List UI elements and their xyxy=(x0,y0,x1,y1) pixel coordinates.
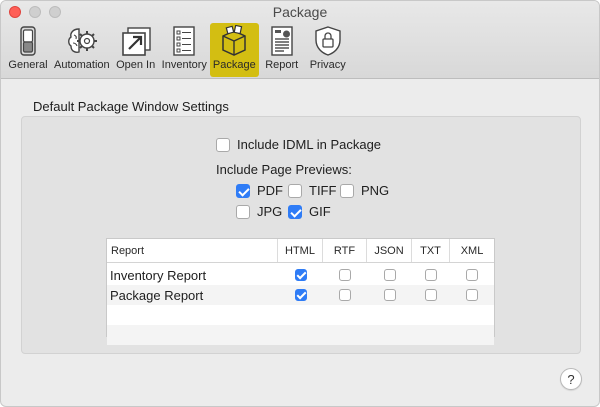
tab-open-in-label: Open In xyxy=(116,59,156,71)
preview-gif-option[interactable]: GIF xyxy=(288,204,331,219)
tab-privacy[interactable]: Privacy xyxy=(305,23,351,77)
open-in-arrow-icon xyxy=(116,24,156,58)
include-idml-label: Include IDML in Package xyxy=(237,137,382,152)
section-title: Default Package Window Settings xyxy=(33,99,229,114)
tab-general[interactable]: General xyxy=(5,23,51,77)
inventory-json-checkbox[interactable] xyxy=(383,269,396,281)
table-row[interactable]: Package Report xyxy=(107,285,494,305)
tab-package-label: Package xyxy=(212,59,256,71)
tab-open-in[interactable]: Open In xyxy=(113,23,159,77)
preview-pdf-label: PDF xyxy=(257,183,283,198)
brain-gear-icon xyxy=(62,24,102,58)
inventory-rtf-checkbox[interactable] xyxy=(339,269,351,281)
help-button[interactable]: ? xyxy=(560,368,582,390)
package-xml-checkbox[interactable] xyxy=(466,289,478,301)
checklist-icon xyxy=(164,24,204,58)
package-json-checkbox[interactable] xyxy=(383,289,396,301)
package-txt-checkbox[interactable] xyxy=(425,289,437,301)
preview-pdf-checkbox[interactable] xyxy=(236,183,250,198)
preview-tiff-label: TIFF xyxy=(309,183,337,198)
inventory-html-checkbox[interactable] xyxy=(294,269,307,281)
tab-report[interactable]: Report xyxy=(259,23,305,77)
include-idml-checkbox[interactable] xyxy=(216,137,230,152)
column-header-html[interactable]: HTML xyxy=(278,239,323,262)
preview-tiff-option[interactable]: TIFF xyxy=(288,183,336,198)
tab-report-label: Report xyxy=(265,59,299,71)
preview-jpg-checkbox[interactable] xyxy=(236,204,250,219)
column-header-json[interactable]: JSON xyxy=(367,239,412,262)
preview-jpg-label: JPG xyxy=(257,204,283,219)
tab-automation[interactable]: Automation xyxy=(51,23,113,77)
preferences-toolbar: General Automation Open In Inventory Pac… xyxy=(5,23,351,77)
tab-inventory-label: Inventory xyxy=(161,59,207,71)
preview-png-option[interactable]: PNG xyxy=(340,183,389,198)
window-title: Package xyxy=(272,4,328,20)
column-header-rtf[interactable]: RTF xyxy=(323,239,367,262)
title-bar: Package General Automation Open In Inven… xyxy=(1,1,599,79)
preview-tiff-checkbox[interactable] xyxy=(288,183,302,198)
page-previews-heading: Include Page Previews: xyxy=(216,162,352,177)
column-header-xml[interactable]: XML xyxy=(450,239,494,262)
preferences-window: Package General Automation Open In Inven… xyxy=(0,0,600,407)
inventory-xml-checkbox[interactable] xyxy=(466,269,478,281)
preview-png-checkbox[interactable] xyxy=(340,183,354,198)
tab-general-label: General xyxy=(8,59,48,71)
column-header-txt[interactable]: TXT xyxy=(412,239,450,262)
preview-gif-checkbox[interactable] xyxy=(288,204,302,219)
report-format-table: Report HTML RTF JSON TXT XML Inventory R… xyxy=(106,238,495,345)
include-idml-option[interactable]: Include IDML in Package xyxy=(216,137,381,152)
table-row[interactable]: Inventory Report xyxy=(107,265,494,285)
report-document-icon xyxy=(262,24,302,58)
privacy-shield-lock-icon xyxy=(308,24,348,58)
row-name-inventory-report: Inventory Report xyxy=(110,267,207,283)
tab-privacy-label: Privacy xyxy=(309,59,346,71)
preview-jpg-option[interactable]: JPG xyxy=(236,204,282,219)
package-html-checkbox[interactable] xyxy=(294,289,307,301)
preview-pdf-option[interactable]: PDF xyxy=(236,183,283,198)
package-rtf-checkbox[interactable] xyxy=(339,289,351,301)
row-name-package-report: Package Report xyxy=(110,287,204,303)
inventory-txt-checkbox[interactable] xyxy=(425,269,437,281)
table-row-empty xyxy=(107,305,494,325)
table-header: Report HTML RTF JSON TXT XML xyxy=(107,239,494,263)
table-row-empty xyxy=(107,325,494,345)
package-box-icon xyxy=(214,24,254,58)
toggle-switch-icon xyxy=(8,24,48,58)
preview-png-label: PNG xyxy=(361,183,390,198)
tab-package[interactable]: Package xyxy=(209,23,259,77)
tab-inventory[interactable]: Inventory xyxy=(159,23,210,77)
tab-automation-label: Automation xyxy=(54,59,110,71)
column-header-report[interactable]: Report xyxy=(107,239,278,262)
preview-gif-label: GIF xyxy=(309,204,331,219)
